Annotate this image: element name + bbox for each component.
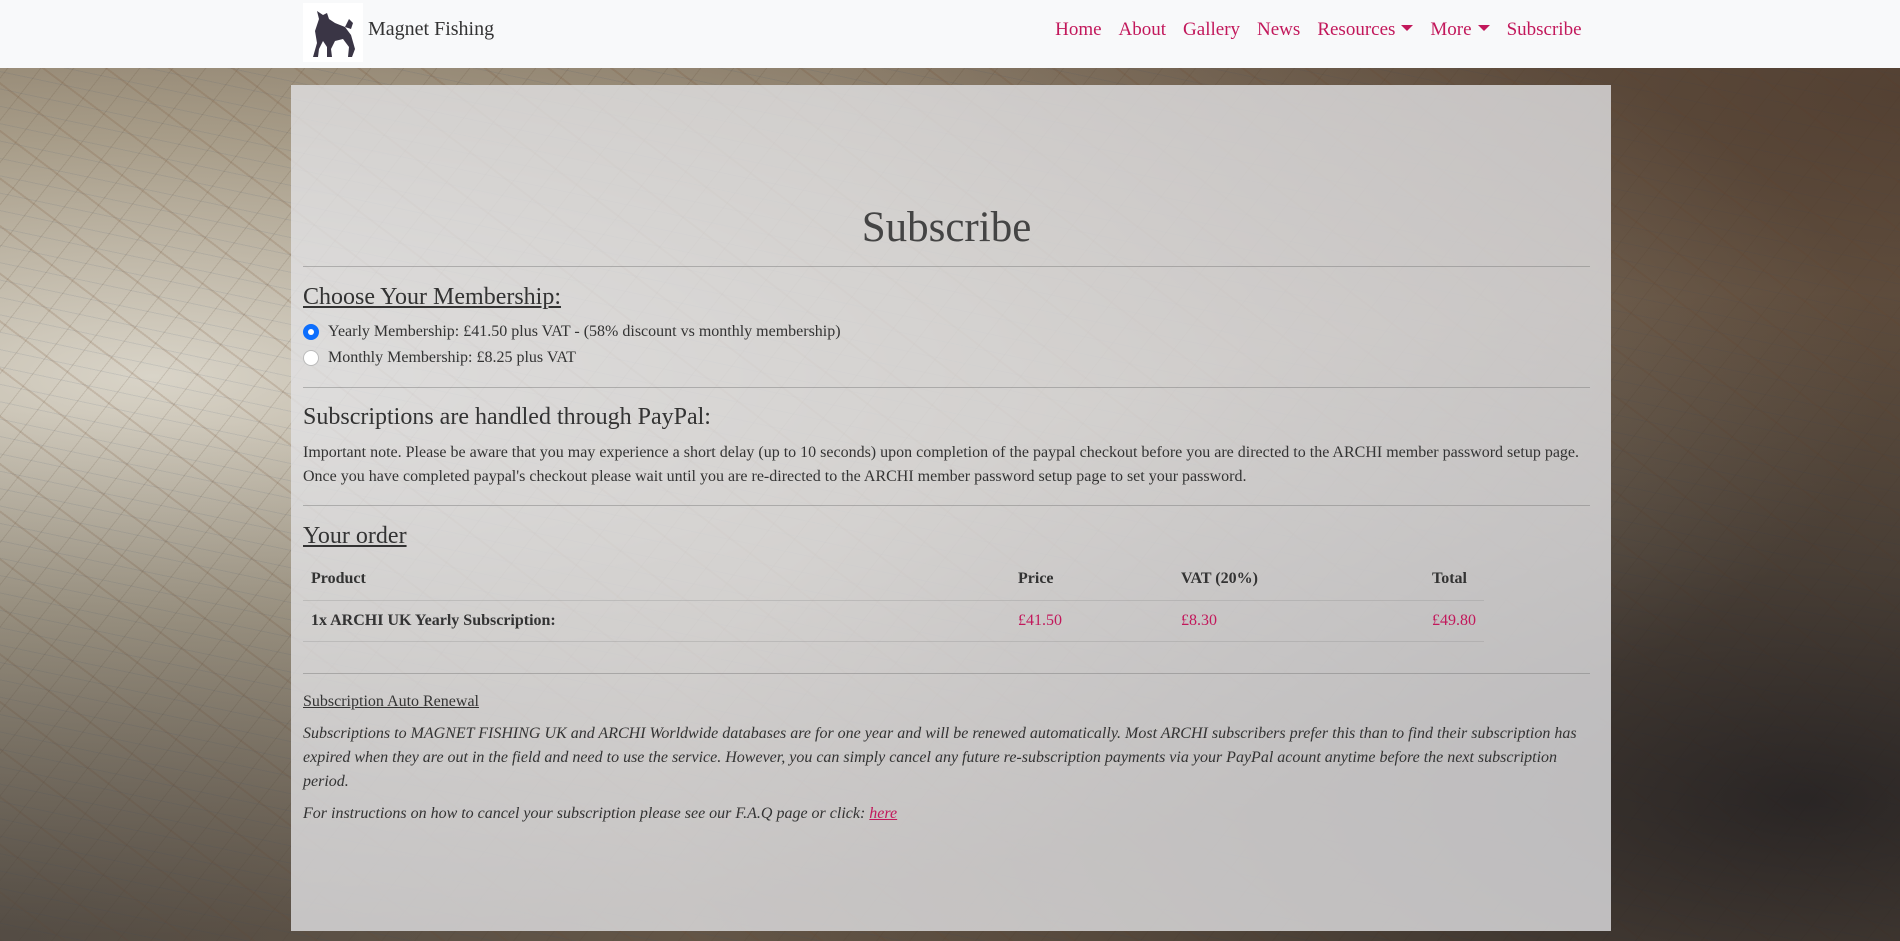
navbar: Magnet Fishing Home About Gallery News R… [0,0,1900,68]
nav-resources-label: Resources [1317,19,1396,40]
nav-news-label: News [1257,19,1301,40]
divider [303,387,1590,388]
paypal-note-line2: Once you have completed paypal's checkou… [303,468,1247,485]
caret-down-icon [1477,25,1490,31]
page-title: Subscribe [861,204,1032,251]
cancel-text: For instructions on how to cancel your s… [303,805,870,822]
nav-resources-dropdown[interactable]: Resources [1309,19,1422,41]
order-total: £49.80 [1424,600,1484,642]
nav-about-label: About [1118,19,1167,40]
dog-logo-icon [303,3,363,62]
divider [303,505,1590,506]
nav-about[interactable]: About [1110,19,1175,41]
nav-more-label: More [1430,19,1472,40]
monthly-radio-label: Monthly Membership: £8.25 plus VAT [328,349,576,366]
nav-more-dropdown[interactable]: More [1422,19,1498,41]
yearly-radio[interactable] [303,324,319,340]
nav-home[interactable]: Home [1047,19,1110,41]
nav-subscribe-label: Subscribe [1506,19,1582,40]
order-header-row: Product Price VAT (20%) Total [303,559,1484,601]
order-vat: £8.30 [1173,600,1424,642]
membership-option-yearly[interactable]: Yearly Membership: £41.50 plus VAT - (58… [303,323,841,341]
table-row: 1x ARCHI UK Yearly Subscription: £41.50 … [303,600,1484,642]
order-heading: Your order [303,523,407,549]
divider [303,673,1590,674]
col-vat: VAT (20%) [1173,559,1424,601]
monthly-radio[interactable] [303,350,319,366]
nav-home-label: Home [1055,19,1102,40]
order-product: 1x ARCHI UK Yearly Subscription: [303,600,1010,642]
caret-down-icon [1401,25,1414,31]
renewal-text: Subscriptions to MAGNET FISHING UK and A… [303,725,1577,790]
divider [303,266,1590,267]
nav-gallery[interactable]: Gallery [1175,19,1249,41]
paypal-note: Important note. Please be aware that you… [303,441,1590,489]
cancel-here-link[interactable]: here [869,805,897,822]
brand[interactable]: Magnet Fishing [303,3,494,62]
renewal-heading: Subscription Auto Renewal [303,693,479,710]
nav-gallery-label: Gallery [1183,19,1241,40]
nav-news[interactable]: News [1249,19,1309,41]
cancel-instructions: For instructions on how to cancel your s… [303,802,1590,826]
col-price: Price [1010,559,1173,601]
membership-heading: Choose Your Membership: [303,284,562,310]
order-table: Product Price VAT (20%) Total 1x ARCHI U… [303,559,1484,642]
subscribe-panel: Subscribe Choose Your Membership: Yearly… [291,85,1611,931]
order-price: £41.50 [1010,600,1173,642]
yearly-radio-label: Yearly Membership: £41.50 plus VAT - (58… [328,323,841,340]
main-nav: Home About Gallery News Resources More S… [1047,19,1590,41]
paypal-note-line1: Important note. Please be aware that you… [303,444,1580,461]
paypal-heading: Subscriptions are handled through PayPal… [303,404,711,430]
col-total: Total [1424,559,1484,601]
col-product: Product [303,559,1010,601]
membership-option-monthly[interactable]: Monthly Membership: £8.25 plus VAT [303,349,576,367]
brand-name: Magnet Fishing [368,17,495,40]
nav-subscribe[interactable]: Subscribe [1498,19,1590,41]
